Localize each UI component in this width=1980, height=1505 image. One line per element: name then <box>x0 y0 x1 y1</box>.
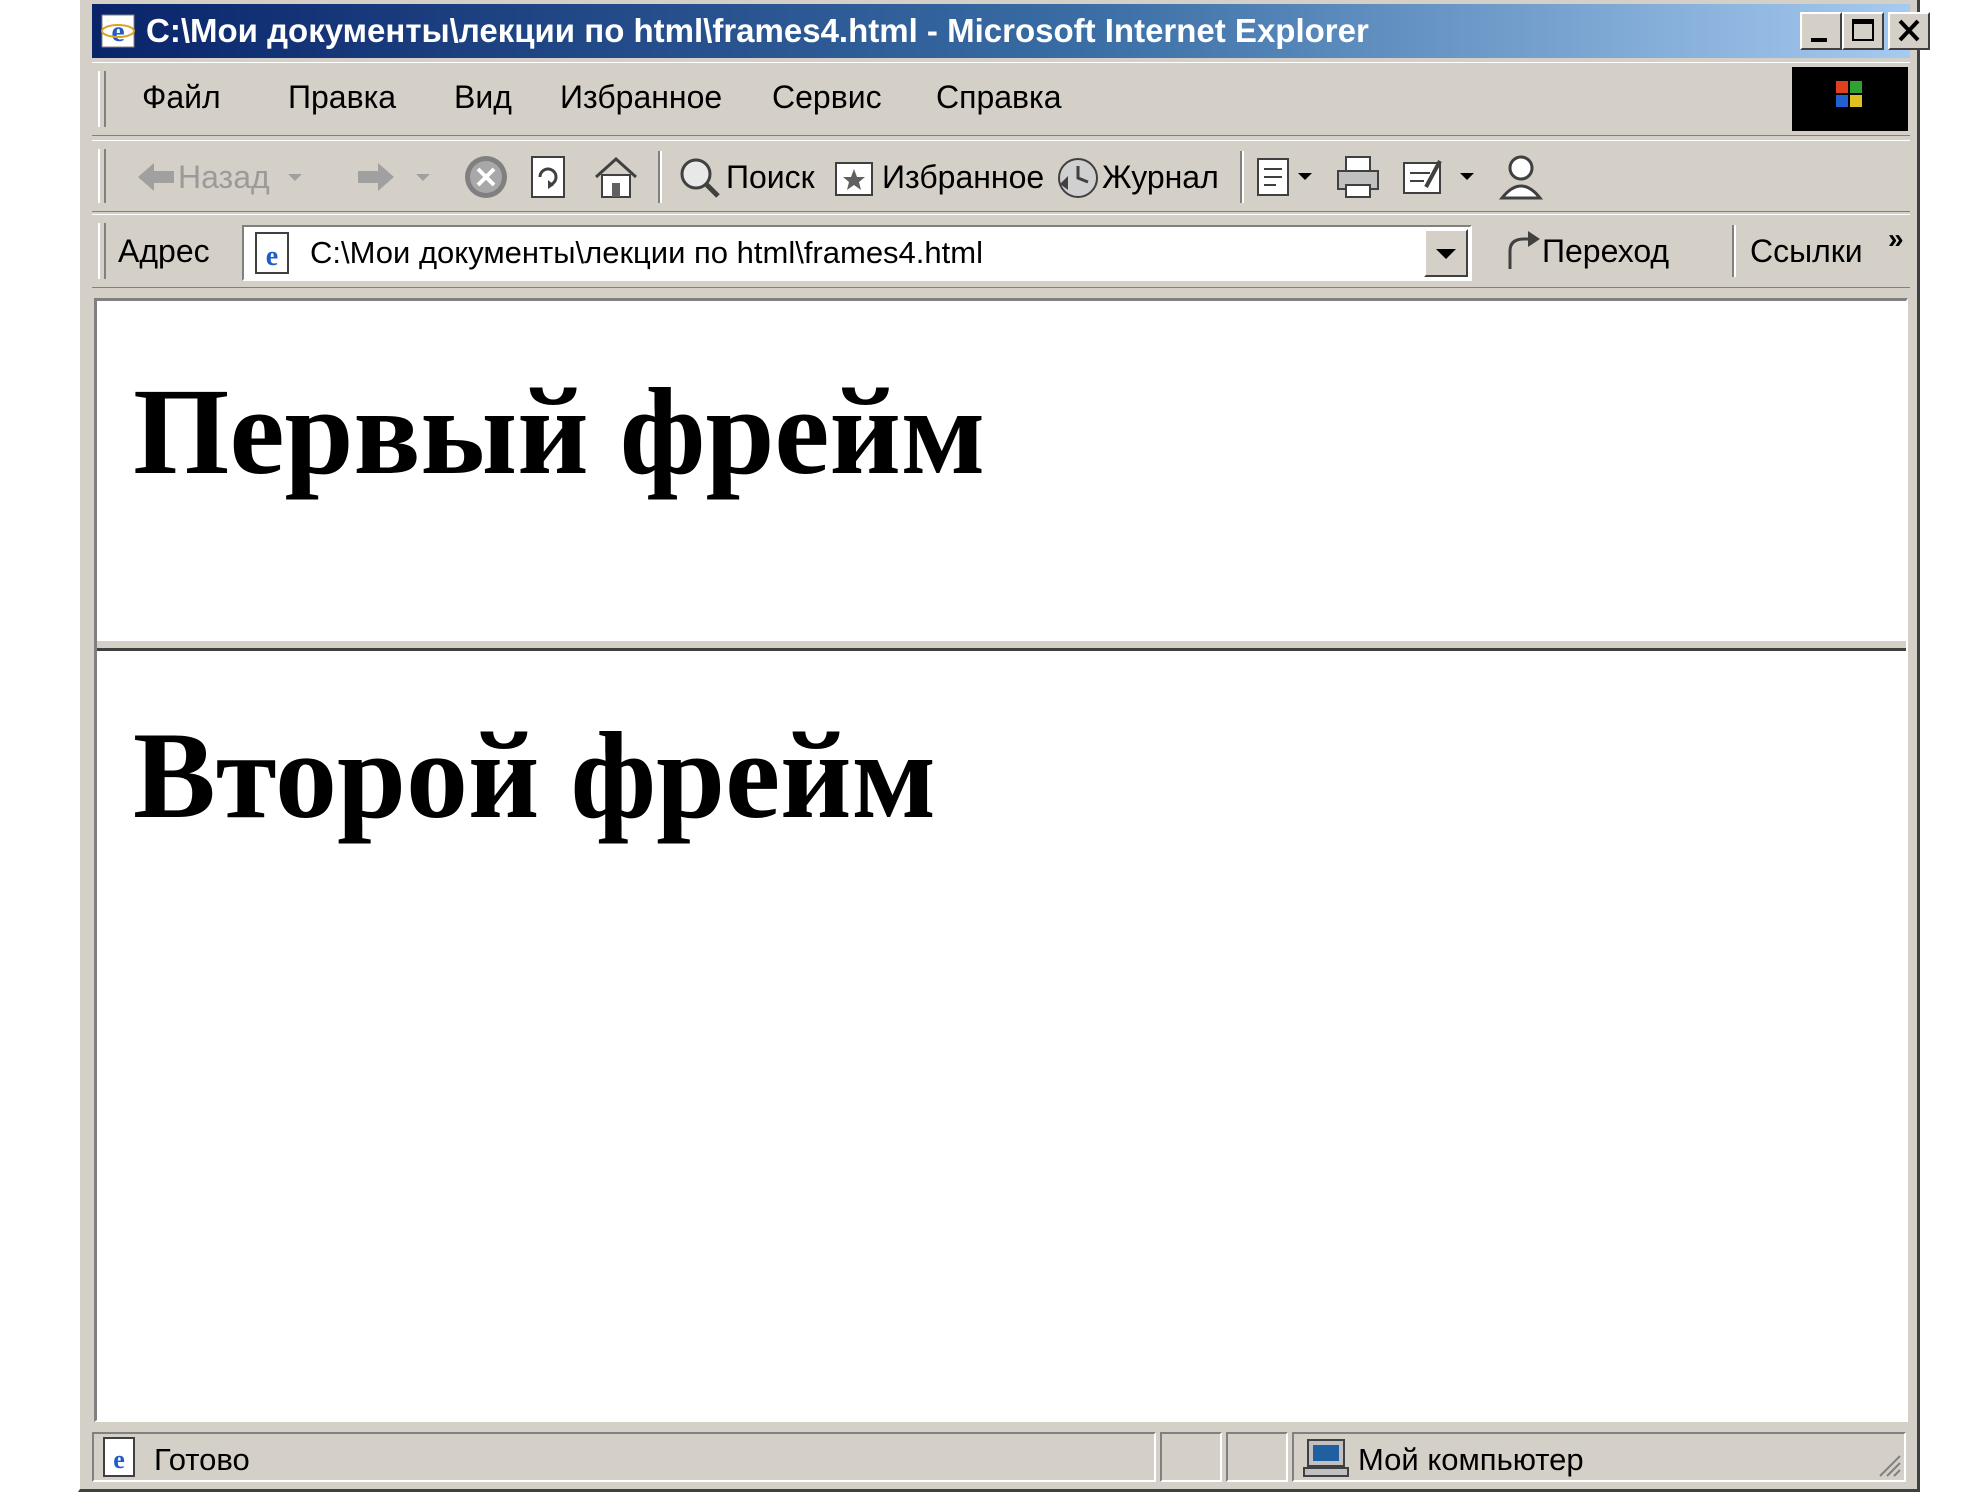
window-title: C:\Мои документы\лекции по html\frames4.… <box>146 12 1369 49</box>
stop-button[interactable] <box>462 149 510 205</box>
discuss-button[interactable] <box>1496 149 1546 205</box>
maximize-icon <box>1852 19 1874 41</box>
links-button[interactable]: Ссылки <box>1750 223 1863 279</box>
search-icon <box>680 158 720 198</box>
menu-tools[interactable]: Сервис <box>772 79 882 116</box>
favorites-icon <box>835 162 873 196</box>
resize-grip-icon[interactable] <box>1874 1450 1902 1478</box>
first-frame: Первый фрейм <box>97 301 1906 639</box>
mail-icon <box>1257 158 1312 196</box>
printer-icon <box>1337 156 1379 198</box>
browser-window: e C:\Мои документы\лекции по html\frames… <box>78 0 1930 1492</box>
back-dropdown-icon <box>287 174 302 181</box>
title-bar[interactable]: e C:\Мои документы\лекции по html\frames… <box>92 4 1930 58</box>
address-value: C:\Мои документы\лекции по html\frames4.… <box>310 235 983 270</box>
go-arrow-icon <box>1508 231 1540 269</box>
close-button[interactable] <box>1888 12 1930 50</box>
toolbar-separator <box>1240 151 1244 203</box>
standard-toolbar: Назад Поиск Избранное Журнал <box>92 140 1910 212</box>
search-label: Поиск <box>726 158 815 195</box>
menu-edit[interactable]: Правка <box>288 79 396 116</box>
edit-icon <box>1403 160 1474 194</box>
chevron-down-icon <box>1436 249 1456 259</box>
menu-grip[interactable] <box>98 71 106 127</box>
status-text: Готово <box>154 1442 250 1477</box>
status-panel-progress <box>1160 1432 1222 1482</box>
toolbar-grip[interactable] <box>98 149 106 203</box>
print-button[interactable] <box>1334 149 1384 205</box>
second-frame-heading: Второй фрейм <box>133 707 937 844</box>
address-label: Адрес <box>118 233 210 269</box>
forward-arrow-icon <box>358 163 394 191</box>
ie-logo-icon: e <box>101 14 135 48</box>
menu-help[interactable]: Справка <box>936 79 1062 116</box>
ie-page-icon: e <box>103 1437 135 1477</box>
go-button[interactable]: Переход <box>1500 223 1669 279</box>
address-dropdown-button[interactable] <box>1424 229 1468 277</box>
stop-icon <box>465 156 507 198</box>
address-input[interactable]: e C:\Мои документы\лекции по html\frames… <box>242 225 1472 281</box>
my-computer-icon <box>1303 1439 1349 1477</box>
back-arrow-icon <box>138 163 174 191</box>
mail-button[interactable] <box>1254 149 1324 205</box>
minimize-button[interactable] <box>1800 12 1842 50</box>
status-panel-zone: Мой компьютер <box>1292 1432 1906 1482</box>
menu-favorites[interactable]: Избранное <box>560 79 722 116</box>
edit-button[interactable] <box>1400 149 1484 205</box>
search-button[interactable]: Поиск <box>676 149 815 205</box>
svg-text:e: e <box>111 15 124 48</box>
history-icon <box>1058 158 1098 198</box>
links-more-chevron[interactable]: » <box>1888 211 1904 267</box>
history-button[interactable]: Журнал <box>1054 149 1219 205</box>
close-icon <box>1898 19 1920 42</box>
page-icon: e <box>255 232 289 274</box>
status-panel-main: e Готово <box>92 1432 1156 1482</box>
forward-dropdown-icon <box>416 174 430 181</box>
refresh-button[interactable] <box>528 149 568 205</box>
frame-splitter[interactable] <box>97 639 1906 651</box>
forward-button[interactable] <box>354 149 436 205</box>
address-separator <box>1732 225 1736 277</box>
go-label: Переход <box>1542 232 1670 269</box>
first-frame-heading: Первый фрейм <box>133 363 986 500</box>
back-button[interactable]: Назад <box>134 149 308 205</box>
back-label: Назад <box>178 158 270 195</box>
menu-view[interactable]: Вид <box>454 79 512 116</box>
toolbar-separator <box>658 151 662 203</box>
status-panel-security <box>1226 1432 1288 1482</box>
minimize-icon <box>1811 38 1827 42</box>
svg-text:e: e <box>266 241 278 272</box>
page-content: Первый фрейм Второй фрейм <box>94 298 1908 1422</box>
home-icon <box>594 156 638 198</box>
maximize-button[interactable] <box>1842 12 1884 50</box>
windows-logo-icon <box>1792 67 1908 131</box>
home-button[interactable] <box>592 149 640 205</box>
refresh-icon <box>531 156 565 198</box>
second-frame: Второй фрейм <box>97 651 1906 1418</box>
address-bar: Адрес e C:\Мои документы\лекции по html\… <box>92 214 1910 288</box>
favorites-label: Избранное <box>882 158 1045 195</box>
menu-file[interactable]: Файл <box>142 79 221 116</box>
address-grip[interactable] <box>98 223 106 279</box>
favorites-button[interactable]: Избранное <box>832 149 1044 205</box>
svg-text:e: e <box>113 1445 125 1474</box>
history-label: Журнал <box>1102 158 1219 195</box>
zone-label: Мой компьютер <box>1358 1442 1584 1477</box>
status-bar: e Готово Мой компьютер <box>92 1428 1910 1484</box>
menu-bar: Файл Правка Вид Избранное Сервис Справка <box>92 62 1910 136</box>
messenger-icon <box>1498 155 1544 200</box>
